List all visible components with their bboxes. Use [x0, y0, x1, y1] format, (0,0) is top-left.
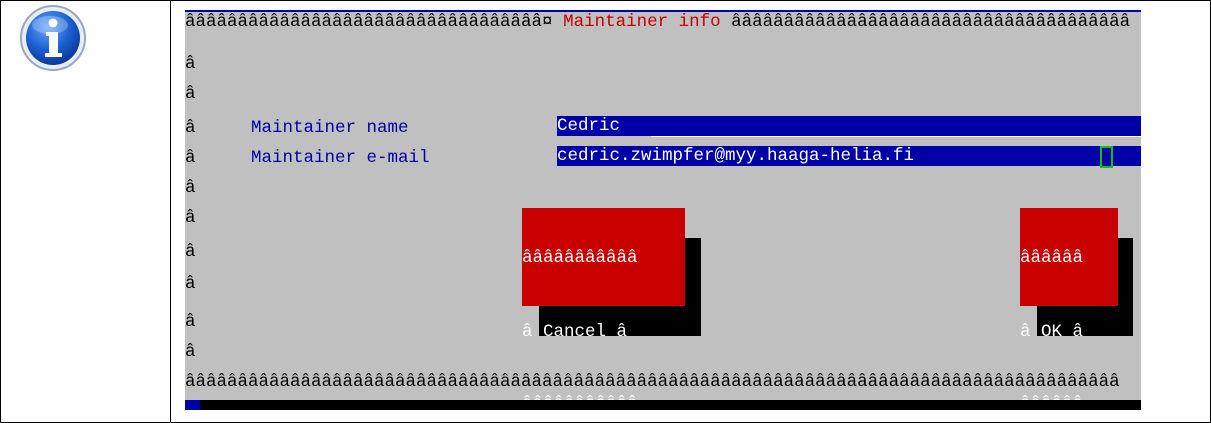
maintainer-email-label: Maintainer e-mail: [251, 148, 430, 168]
left-border-char: â: [185, 84, 196, 104]
name-field-underline: [651, 136, 1141, 137]
ok-button-label: â OK â: [1020, 322, 1084, 342]
cancel-button-label: â Cancel â: [522, 322, 628, 342]
left-border-char: â: [185, 208, 196, 228]
info-icon: [20, 5, 86, 71]
terminal-bottom-blue: [185, 400, 200, 410]
left-border-char: â: [185, 118, 196, 138]
left-border-char: â: [185, 342, 196, 362]
maintainer-name-field[interactable]: Cedric: [557, 116, 1141, 136]
title-border-right: ââââââââââââââââââââââââââââââââââââââ: [731, 12, 1131, 32]
maintainer-email-field[interactable]: cedric.zwimpfer@myy.haaga-helia.fi: [557, 146, 1141, 166]
left-border-char: â: [185, 274, 196, 294]
ok-button-top: ââââââ: [1020, 248, 1084, 268]
left-border-char: â: [185, 312, 196, 332]
left-border-char: â: [185, 148, 196, 168]
terminal-dialog: ââââââââââââââââââââââââââââââââââ¤ Main…: [185, 10, 1141, 410]
left-border-char: â: [185, 178, 196, 198]
table-divider: [170, 0, 171, 423]
left-border-char: â: [185, 54, 196, 74]
cancel-button-top: âââââââââââ: [522, 248, 638, 268]
ok-button[interactable]: ââââââ â OK â ââââââ: [1020, 208, 1118, 410]
dialog-bottom-shadow: [200, 400, 1141, 410]
dialog-title: Maintainer info: [552, 12, 732, 32]
maintainer-name-label: Maintainer name: [251, 118, 409, 138]
left-border-char: â: [185, 242, 196, 262]
text-cursor: [1100, 146, 1113, 168]
dialog-title-row: ââââââââââââââââââââââââââââââââââ¤ Main…: [185, 12, 1130, 32]
cancel-button[interactable]: âââââââââââ â Cancel â âââââââââââ: [522, 208, 685, 410]
dialog-bottom-border: ââââââââââââââââââââââââââââââââââââââââ…: [185, 372, 1120, 392]
title-border-left: ââââââââââââââââââââââââââââââââââ¤: [185, 12, 553, 32]
